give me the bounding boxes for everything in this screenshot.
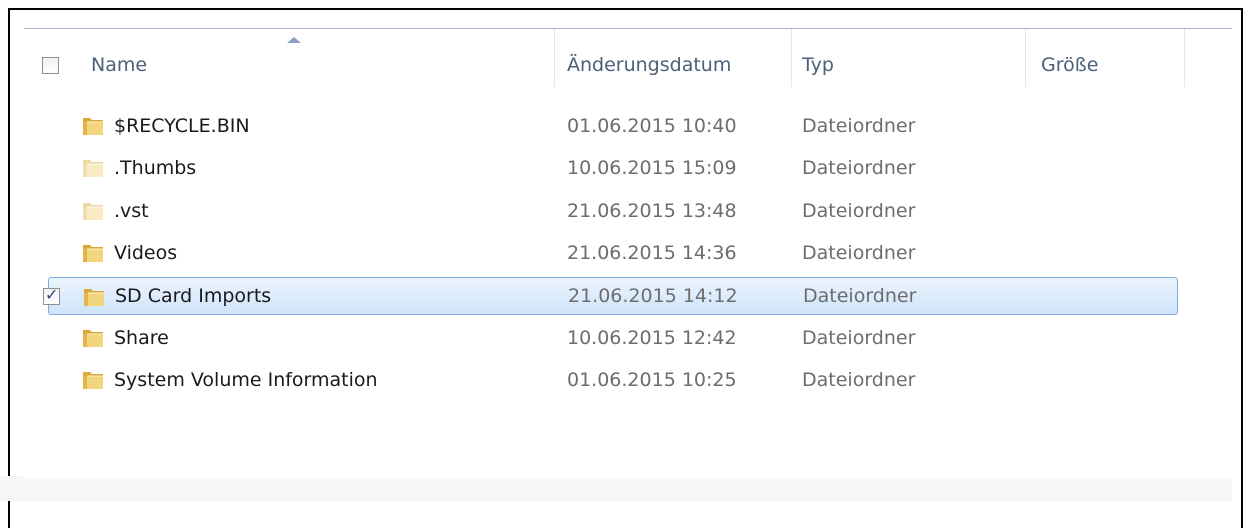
column-header-date[interactable]: Änderungsdatum [567, 43, 787, 87]
cell-type: Dateiordner [802, 327, 916, 349]
cell-type: Dateiordner [803, 285, 917, 307]
cell-date: 01.06.2015 10:25 [567, 369, 737, 391]
folder-icon [83, 372, 103, 389]
file-row[interactable]: .vst 21.06.2015 13:48 Dateiordner [24, 192, 1176, 230]
folder-icon [84, 289, 104, 306]
file-row[interactable]: .Thumbs 10.06.2015 15:09 Dateiordner [24, 149, 1176, 187]
folder-icon [83, 160, 103, 177]
cell-name: System Volume Information [114, 369, 378, 391]
folder-icon [83, 330, 103, 347]
column-divider [554, 29, 555, 87]
column-divider [1184, 29, 1185, 87]
file-row[interactable]: $RECYCLE.BIN 01.06.2015 10:40 Dateiordner [24, 107, 1176, 145]
cell-date: 21.06.2015 13:48 [567, 200, 737, 222]
cell-type: Dateiordner [802, 157, 916, 179]
file-row[interactable]: Share 10.06.2015 12:42 Dateiordner [24, 319, 1176, 357]
cell-date: 21.06.2015 14:12 [568, 285, 738, 307]
cell-type: Dateiordner [802, 115, 916, 137]
cell-type: Dateiordner [802, 242, 916, 264]
cell-name: SD Card Imports [115, 285, 272, 307]
file-row[interactable]: Videos 21.06.2015 14:36 Dateiordner [24, 234, 1176, 272]
row-checkbox[interactable] [43, 285, 60, 305]
column-header-name[interactable]: Name [91, 43, 551, 87]
cell-date: 01.06.2015 10:40 [567, 115, 737, 137]
folder-icon [83, 203, 103, 220]
cell-name: $RECYCLE.BIN [114, 115, 250, 137]
file-list-view: Name Änderungsdatum Typ Größe $RECYCLE.B… [24, 28, 1232, 478]
file-row[interactable]: SD Card Imports 21.06.2015 14:12 Dateiordn… [43, 277, 1178, 315]
cell-name: Share [114, 327, 169, 349]
cell-name: .Thumbs [114, 157, 197, 179]
cell-name: Videos [114, 242, 178, 264]
file-row[interactable]: System Volume Information 01.06.2015 10:2… [24, 361, 1176, 399]
cell-name: .vst [114, 200, 149, 222]
column-divider [1025, 29, 1026, 87]
select-all-checkbox[interactable] [42, 57, 59, 74]
cell-date: 10.06.2015 15:09 [567, 157, 737, 179]
folder-icon [83, 245, 103, 262]
window-bottom-area [0, 476, 1232, 501]
column-header-type[interactable]: Typ [802, 43, 1022, 87]
cell-type: Dateiordner [802, 369, 916, 391]
column-divider [791, 29, 792, 87]
column-header-bar: Name Änderungsdatum Typ Größe [24, 28, 1232, 87]
cell-date: 21.06.2015 14:36 [567, 242, 737, 264]
column-header-size[interactable]: Größe [1041, 43, 1181, 87]
cell-type: Dateiordner [802, 200, 916, 222]
folder-icon [83, 118, 103, 135]
cell-date: 10.06.2015 12:42 [567, 327, 737, 349]
